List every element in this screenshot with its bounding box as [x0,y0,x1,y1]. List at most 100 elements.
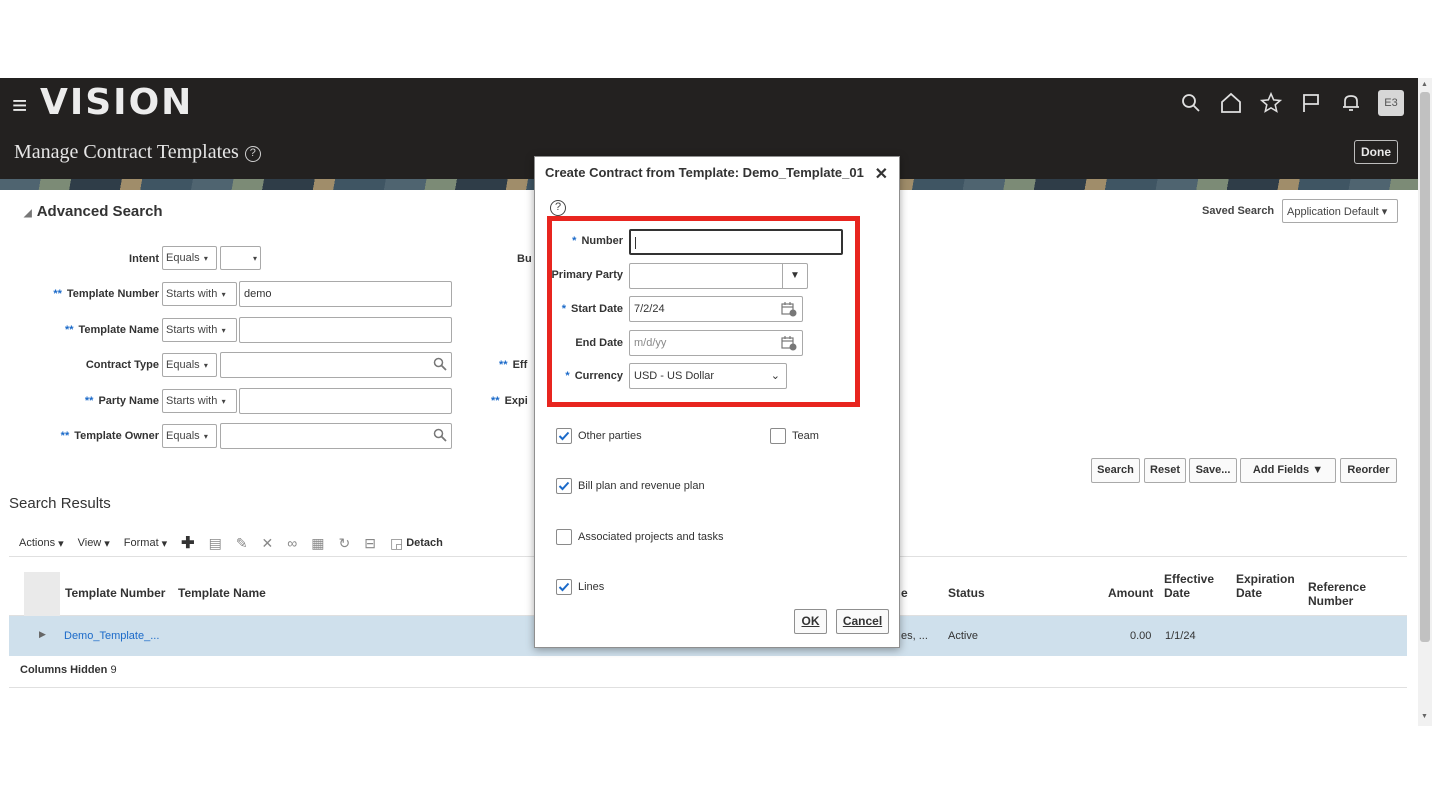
col-amount[interactable]: Amount [1108,586,1153,600]
hamburger-menu-icon[interactable]: ≡ [12,92,27,118]
template-name-input[interactable] [239,317,452,343]
template-number-operator-select[interactable]: Starts with ▾ [162,282,237,306]
expiration-label-text: Expi [504,395,528,407]
intent-value-select[interactable]: ▾ [220,246,261,270]
advanced-search-header[interactable]: ◢ Advanced Search [24,203,163,220]
search-icon[interactable] [433,357,447,371]
checkbox-checked[interactable] [556,428,572,444]
saved-search-select[interactable]: Application Default ▾ [1282,199,1398,223]
col-template-number[interactable]: Template Number [65,586,165,600]
edit-pencil-icon[interactable]: ✎ [236,535,248,552]
actions-menu[interactable]: Actions ▾ [19,537,64,550]
contract-type-operator-select[interactable]: Equals ▾ [162,353,217,377]
scroll-up-icon[interactable]: ▲ [1421,81,1428,88]
search-icon[interactable] [1178,91,1203,116]
associated-projects-checkbox[interactable]: Associated projects and tasks [556,529,724,545]
checkbox-checked[interactable] [556,579,572,595]
columns-hidden-info: Columns Hidden 9 [20,664,117,676]
team-checkbox[interactable]: Team [770,428,819,444]
expiration-date-label-partial: ** Expi [491,395,528,407]
bill-plan-label: Bill plan and revenue plan [578,480,705,492]
chevron-down-icon: ▾ [201,432,208,441]
detach-button[interactable]: ◲ Detach [390,535,443,552]
template-number-input[interactable]: demo [239,281,452,307]
save-search-button[interactable]: Save... [1189,458,1237,483]
delete-x-icon[interactable]: ✕ [262,535,274,552]
collapse-triangle-icon[interactable]: ◢ [24,208,32,219]
col-effective-date[interactable]: Effective Date [1164,572,1224,600]
refresh-icon[interactable]: ↻ [339,535,351,552]
template-number-label: ** Template Number [10,288,159,300]
chevron-down-icon: ▾ [219,397,226,406]
reset-button[interactable]: Reset [1144,458,1186,483]
lines-label: Lines [578,581,605,593]
intent-operator-select[interactable]: Equals ▾ [162,246,217,270]
add-fields-button[interactable]: Add Fields ▼ [1240,458,1336,483]
help-icon[interactable]: ? [550,200,566,216]
close-icon[interactable]: ✕ [875,164,888,184]
effective-label-text: Eff [512,359,528,371]
template-number-operator-value: Starts with [166,288,218,300]
format-label: Format [123,537,159,549]
checkbox-unchecked[interactable] [770,428,786,444]
row-expand-icon[interactable]: ▶ [39,629,46,640]
star-icon[interactable] [1258,91,1283,116]
grid-divider [9,687,1407,688]
reorder-button[interactable]: Reorder [1340,458,1397,483]
column-freeze-icon[interactable]: ▦ [311,535,324,552]
actions-label: Actions [19,537,56,549]
done-button[interactable]: Done [1354,140,1398,164]
intent-operator-value: Equals [166,252,200,264]
contract-type-label-text: Contract Type [85,359,159,371]
search-button[interactable]: Search [1091,458,1140,483]
search-results-title: Search Results [9,495,111,512]
saved-search-label: Saved Search [1202,205,1275,217]
other-parties-label: Other parties [578,430,642,442]
chevron-down-icon: ▾ [201,361,208,370]
flag-icon[interactable] [1298,91,1323,116]
format-menu[interactable]: Format ▾ [124,537,167,550]
template-name-operator-value: Starts with [166,324,218,336]
template-owner-input[interactable] [220,423,452,449]
col-template-name[interactable]: Template Name [178,586,266,600]
ok-button[interactable]: OK [794,609,827,634]
query-by-example-icon[interactable]: ⊟ [364,535,376,552]
detach-icon: ◲ [389,534,404,551]
bell-icon[interactable] [1338,91,1363,116]
effective-date-cell: 1/1/24 [1165,630,1196,642]
party-name-operator-select[interactable]: Starts with ▾ [162,389,237,413]
view-menu[interactable]: View ▾ [78,537,110,550]
cancel-button[interactable]: Cancel [836,609,889,634]
bill-plan-checkbox[interactable]: Bill plan and revenue plan [556,478,705,494]
link-icon[interactable]: ∞ [287,535,297,551]
template-owner-operator-select[interactable]: Equals ▾ [162,424,217,448]
col-reference-number[interactable]: Reference Number [1308,580,1388,608]
add-icon[interactable]: ✚ [181,533,194,553]
template-number-link[interactable]: Demo_Template_... [64,630,159,642]
vision-logo[interactable]: VISION [40,82,193,123]
vertical-scrollbar[interactable]: ▲ ▼ [1418,78,1432,726]
template-name-operator-select[interactable]: Starts with ▾ [162,318,237,342]
col-expiration-date[interactable]: Expiration Date [1236,572,1300,600]
other-parties-checkbox[interactable]: Other parties [556,428,642,444]
party-name-operator-value: Starts with [166,395,218,407]
col-partial[interactable]: e [901,586,908,600]
scrollbar-thumb[interactable] [1420,92,1430,642]
search-icon[interactable] [433,428,447,442]
add-fields-label: Add Fields [1252,464,1310,476]
chevron-down-icon: ▾ [1378,206,1388,218]
business-unit-label-partial: Bu [517,253,532,265]
home-icon[interactable] [1218,91,1243,116]
checkbox-unchecked[interactable] [556,529,572,545]
document-icon[interactable]: ▤ [209,535,222,552]
scroll-down-icon[interactable]: ▼ [1421,713,1428,720]
detach-label: Detach [406,537,443,549]
checkbox-checked[interactable] [556,478,572,494]
lines-checkbox[interactable]: Lines [556,579,604,595]
help-icon[interactable]: ? [244,146,261,162]
party-name-input[interactable] [239,388,452,414]
user-avatar[interactable]: E3 [1378,90,1404,116]
col-status[interactable]: Status [948,586,985,600]
contract-type-input[interactable] [220,352,452,378]
template-name-label-text: Template Name [78,324,160,336]
